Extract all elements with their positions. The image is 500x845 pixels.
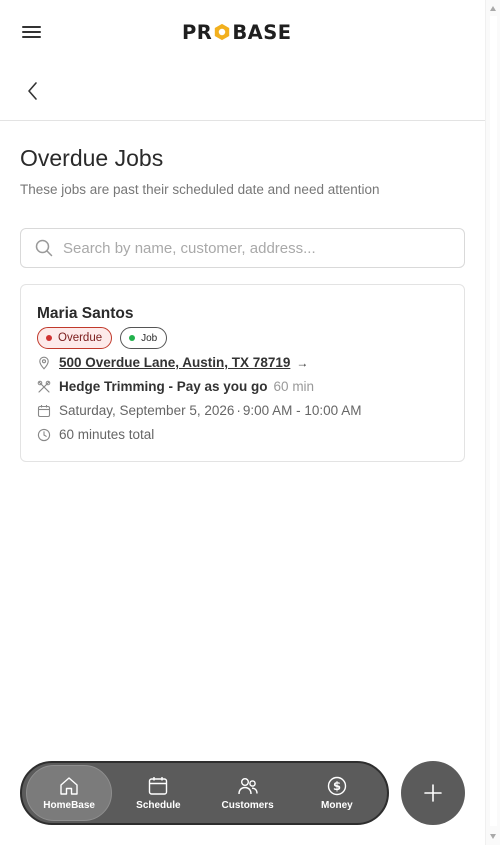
page-title: Overdue Jobs	[20, 145, 164, 171]
users-icon	[237, 778, 258, 795]
menu-line	[22, 36, 41, 38]
address-link[interactable]: 500 Overdue Lane, Austin, TX 78719	[59, 355, 290, 370]
service-row: Hedge Trimming - Pay as you go 60 min	[37, 379, 314, 394]
dollar-icon: $	[327, 776, 347, 796]
probase-logo[interactable]: PR BASE	[182, 18, 292, 46]
job-date: Saturday, September 5, 2026	[59, 403, 235, 418]
job-time-range: 9:00 AM - 10:00 AM	[242, 403, 362, 418]
search-input[interactable]	[63, 239, 453, 257]
calendar-icon	[149, 777, 168, 795]
page-subtitle: These jobs are past their scheduled date…	[20, 182, 380, 197]
nav-schedule-label: Schedule	[136, 800, 181, 811]
date-row: Saturday, September 5, 2026 · 9:00 AM - …	[37, 403, 361, 418]
total-duration: 60 minutes total	[59, 427, 155, 442]
nav-homebase-label: HomeBase	[43, 800, 95, 811]
nav-schedule[interactable]: Schedule	[115, 765, 201, 821]
type-dot	[129, 335, 136, 341]
nav-customers[interactable]: Customers	[205, 765, 291, 821]
status-dot	[46, 335, 52, 341]
address-row: 500 Overdue Lane, Austin, TX 78719 →	[37, 355, 308, 370]
add-button[interactable]	[401, 761, 465, 825]
nav-money[interactable]: $ Money	[294, 765, 380, 821]
job-type-badge: Job	[120, 327, 168, 349]
nav-customers-label: Customers	[221, 800, 274, 811]
calendar-icon	[37, 404, 51, 417]
top-bar: PR BASE	[0, 0, 485, 62]
overdue-badge: Overdue	[37, 327, 113, 349]
page-scrollbar[interactable]	[485, 0, 500, 845]
back-button[interactable]	[22, 80, 44, 102]
job-badges: Overdue Job	[37, 327, 168, 349]
chevron-left-icon	[28, 82, 37, 100]
search-bar[interactable]	[20, 228, 465, 268]
job-card[interactable]: Maria Santos Overdue Job 500 Overdue Lan…	[20, 284, 465, 462]
overdue-badge-label: Overdue	[58, 332, 103, 344]
tools-icon	[37, 380, 51, 393]
service-name: Hedge Trimming - Pay as you go	[59, 379, 268, 394]
bottom-navigation: HomeBase Schedule Customers $ Money	[20, 761, 389, 825]
nav-money-label: Money	[321, 800, 353, 811]
search-icon	[35, 239, 53, 257]
app-root: PR BASE Overdue Jobs These jobs are past…	[0, 0, 485, 845]
logo-text-right: BASE	[232, 20, 292, 44]
plus-icon	[424, 784, 442, 802]
arrow-right-icon: →	[296, 355, 309, 370]
hexagon-nut-icon	[215, 23, 230, 41]
menu-line	[22, 26, 41, 28]
nav-homebase[interactable]: HomeBase	[26, 765, 113, 821]
svg-text:$: $	[333, 779, 341, 793]
home-icon	[60, 777, 78, 795]
header-divider	[0, 120, 485, 121]
hamburger-menu-button[interactable]	[22, 24, 42, 40]
date-time-separator: ·	[236, 403, 241, 418]
logo-text-left: PR	[182, 20, 213, 44]
clock-icon	[37, 428, 51, 441]
scrollbar-thumb[interactable]	[490, 16, 497, 826]
total-duration-row: 60 minutes total	[37, 427, 154, 442]
scroll-down-arrow-icon[interactable]	[490, 834, 496, 839]
customer-name: Maria Santos	[37, 305, 134, 322]
menu-line	[22, 31, 41, 33]
service-duration: 60 min	[273, 379, 315, 394]
map-pin-icon	[39, 356, 49, 370]
scroll-up-arrow-icon[interactable]	[490, 6, 496, 11]
job-type-badge-label: Job	[141, 332, 158, 344]
